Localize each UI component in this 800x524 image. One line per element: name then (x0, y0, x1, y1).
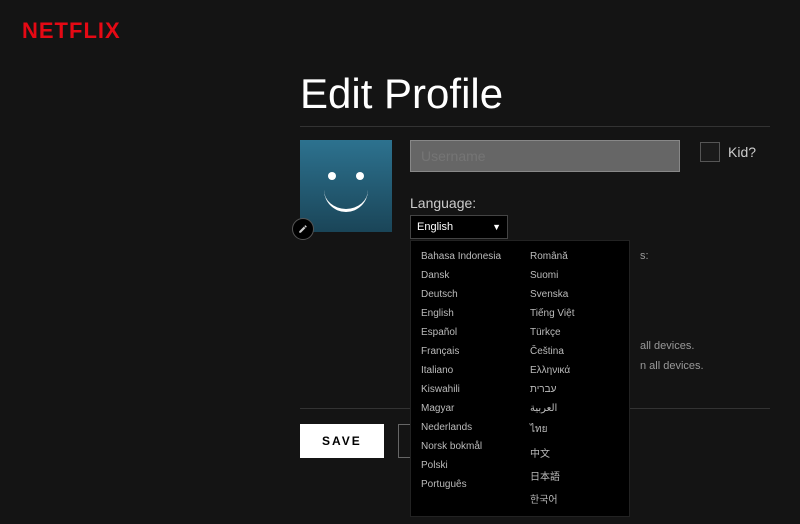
obscured-text-devices-1: all devices. (640, 340, 694, 352)
username-input[interactable] (410, 140, 680, 172)
language-option[interactable]: Bahasa Indonesia (411, 247, 520, 266)
language-option[interactable]: 한국어 (520, 487, 629, 510)
language-label: Language: (410, 195, 476, 211)
language-select[interactable]: English ▼ (410, 215, 508, 239)
language-option[interactable]: Kiswahili (411, 380, 520, 399)
language-option[interactable]: עברית (520, 380, 629, 399)
language-option[interactable]: Español (411, 323, 520, 342)
divider-top (300, 126, 770, 127)
page-title: Edit Profile (300, 70, 503, 118)
language-option[interactable]: Nederlands (411, 418, 520, 437)
kid-checkbox[interactable] (700, 142, 720, 162)
netflix-logo: NETFLIX (22, 18, 121, 44)
save-button[interactable]: SAVE (300, 424, 384, 458)
language-option[interactable]: Português (411, 475, 520, 494)
language-option[interactable]: 日本語 (520, 464, 629, 487)
kid-label: Kid? (728, 144, 756, 160)
language-option[interactable]: Tiếng Việt (520, 304, 629, 323)
language-column-1: Bahasa IndonesiaDanskDeutschEnglishEspañ… (411, 247, 520, 510)
language-option[interactable]: 中文 (520, 441, 629, 464)
avatar-face-icon (300, 140, 392, 232)
profile-avatar[interactable] (300, 140, 392, 232)
language-option[interactable]: Svenska (520, 285, 629, 304)
language-option[interactable]: Ελληνικά (520, 361, 629, 380)
language-selected-value: English (417, 221, 453, 233)
language-option[interactable]: Deutsch (411, 285, 520, 304)
language-option[interactable]: Norsk bokmål (411, 437, 520, 456)
language-option[interactable]: Čeština (520, 342, 629, 361)
language-option[interactable]: Polski (411, 456, 520, 475)
obscured-setting-label: s: (640, 250, 649, 262)
kid-toggle[interactable]: Kid? (700, 142, 756, 162)
chevron-down-icon: ▼ (492, 222, 501, 232)
language-option[interactable]: Română (520, 247, 629, 266)
language-option[interactable]: Dansk (411, 266, 520, 285)
language-option[interactable]: Magyar (411, 399, 520, 418)
language-column-2: RomânăSuomiSvenskaTiếng ViệtTürkçeČeštin… (520, 247, 629, 510)
language-option[interactable]: Türkçe (520, 323, 629, 342)
language-dropdown[interactable]: Bahasa IndonesiaDanskDeutschEnglishEspañ… (410, 240, 630, 517)
language-option[interactable]: Italiano (411, 361, 520, 380)
edit-avatar-button[interactable] (292, 218, 314, 240)
language-option[interactable]: English (411, 304, 520, 323)
language-option[interactable]: Français (411, 342, 520, 361)
language-option[interactable]: Suomi (520, 266, 629, 285)
obscured-text-devices-2: n all devices. (640, 360, 704, 372)
pencil-icon (298, 224, 308, 234)
language-option[interactable]: ไทย (520, 418, 629, 441)
language-option[interactable]: العربية (520, 399, 629, 418)
